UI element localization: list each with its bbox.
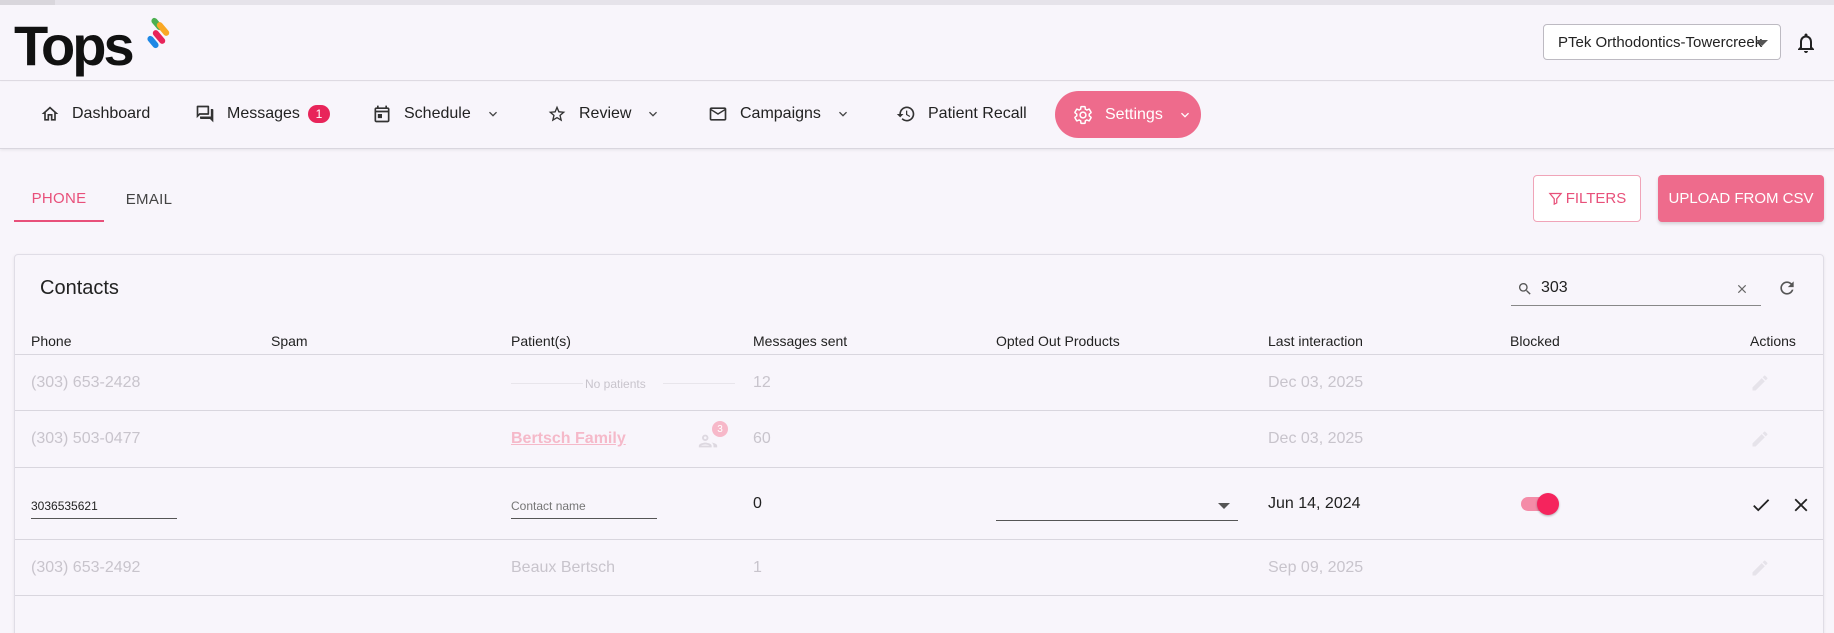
patient-count-badge: 3 [712,421,728,437]
caret-down-icon [1756,40,1768,46]
nav-messages[interactable]: Messages 1 [195,90,330,137]
nav-messages-label: Messages [227,104,300,122]
search-input[interactable] [1541,275,1721,301]
organization-select[interactable]: PTek Orthodontics-Towercreek [1543,24,1781,60]
contacts-search [1511,272,1761,306]
nav-settings[interactable]: Settings [1055,91,1201,138]
home-icon [41,106,59,121]
opted-out-select[interactable] [996,495,1238,521]
contacts-card: Contacts Phone Spam Patient(s) Messages … [14,254,1824,633]
close-icon[interactable] [1790,494,1812,516]
nav-review[interactable]: Review [547,90,661,137]
logo-mark-icon [147,17,170,49]
row-no-patients: No patients [585,377,646,391]
column-last-interaction[interactable]: Last interaction [1268,333,1363,349]
row-last-interaction: Dec 03, 2025 [1268,374,1364,391]
row-messages-sent: 60 [753,430,771,447]
gear-icon [1074,105,1092,124]
filter-icon [1548,192,1563,206]
chevron-down-icon [838,111,847,117]
row-patient-name: Beaux Bertsch [511,559,616,576]
table-row[interactable]: (303) 653-2492 Beaux Bertsch 1 Sep 09, 2… [15,541,1823,596]
calendar-icon [374,105,390,122]
filters-button-label: FILTERS [1565,190,1627,207]
nav-campaigns[interactable]: Campaigns [708,90,851,137]
nav-dashboard-label: Dashboard [72,104,151,122]
table-row[interactable]: (303) 503-0477 Bertsch Family 3 60 Dec 0… [15,412,1823,468]
messages-badge: 1 [307,104,330,123]
filters-button[interactable]: FILTERS [1533,175,1641,222]
row-patient-link[interactable]: Bertsch Family [511,430,626,448]
chevron-down-icon [488,111,497,117]
chat-icon [196,105,214,122]
upload-csv-button[interactable]: UPLOAD FROM CSV [1658,175,1824,222]
table-row-editing[interactable]: 0 Jun 14, 2024 [15,469,1823,540]
row-last-interaction: Dec 03, 2025 [1268,430,1364,447]
pencil-icon[interactable] [1750,558,1770,578]
logo-text: Tops [14,14,135,77]
row-phone: (303) 503-0477 [31,430,141,447]
chevron-down-icon [1180,112,1189,118]
row-messages-sent: 1 [753,559,762,576]
search-icon [1519,283,1531,295]
table-row[interactable]: (303) 653-2428 No patients 12 Dec 03, 20… [15,356,1823,411]
mail-icon [709,106,727,121]
bell-icon[interactable] [1794,31,1818,55]
divider [663,383,735,384]
star-icon [548,105,566,121]
check-icon[interactable] [1750,494,1772,516]
logo[interactable]: Tops [14,14,170,77]
column-actions[interactable]: Actions [1750,333,1796,349]
pencil-icon[interactable] [1750,429,1770,449]
nav-review-label: Review [579,104,632,122]
phone-edit-input[interactable] [31,493,177,519]
row-last-interaction: Jun 14, 2024 [1268,495,1361,512]
column-phone[interactable]: Phone [31,333,71,349]
chevron-down-icon [649,111,658,117]
tab-email[interactable]: EMAIL [104,176,194,222]
nav-campaigns-label: Campaigns [740,104,821,122]
pencil-icon[interactable] [1750,373,1770,393]
divider [511,383,583,384]
row-messages-sent: 0 [753,495,762,512]
nav-schedule[interactable]: Schedule [372,90,501,137]
column-blocked[interactable]: Blocked [1510,333,1560,349]
caret-down-icon [1218,503,1230,509]
main-nav: Dashboard Messages 1 Schedule Review Cam… [0,82,1834,149]
nav-dashboard[interactable]: Dashboard [40,90,150,137]
column-spam[interactable]: Spam [271,333,308,349]
app-header: Tops PTek Orthodontics-Towercreek [0,5,1834,81]
organization-select-value: PTek Orthodontics-Towercreek [1558,33,1763,51]
contacts-title: Contacts [40,277,119,299]
row-phone: (303) 653-2428 [31,374,141,391]
blocked-toggle[interactable] [1521,492,1561,516]
contact-name-input[interactable] [511,493,657,519]
table-header: Phone Spam Patient(s) Messages sent Opte… [15,321,1823,355]
history-icon [896,106,915,121]
row-phone: (303) 653-2492 [31,559,141,576]
nav-settings-label: Settings [1105,105,1163,123]
column-opted-out[interactable]: Opted Out Products [996,333,1120,349]
column-messages-sent[interactable]: Messages sent [753,333,847,349]
nav-patient-recall-label: Patient Recall [928,104,1027,122]
refresh-icon[interactable] [1777,278,1797,298]
toggle-thumb [1537,493,1559,515]
nav-schedule-label: Schedule [404,104,471,122]
nav-patient-recall[interactable]: Patient Recall [896,90,1027,137]
row-messages-sent: 12 [753,374,771,391]
tab-phone[interactable]: PHONE [14,176,104,222]
row-last-interaction: Sep 09, 2025 [1268,559,1364,576]
close-icon[interactable] [1735,282,1749,296]
column-patients[interactable]: Patient(s) [511,333,571,349]
